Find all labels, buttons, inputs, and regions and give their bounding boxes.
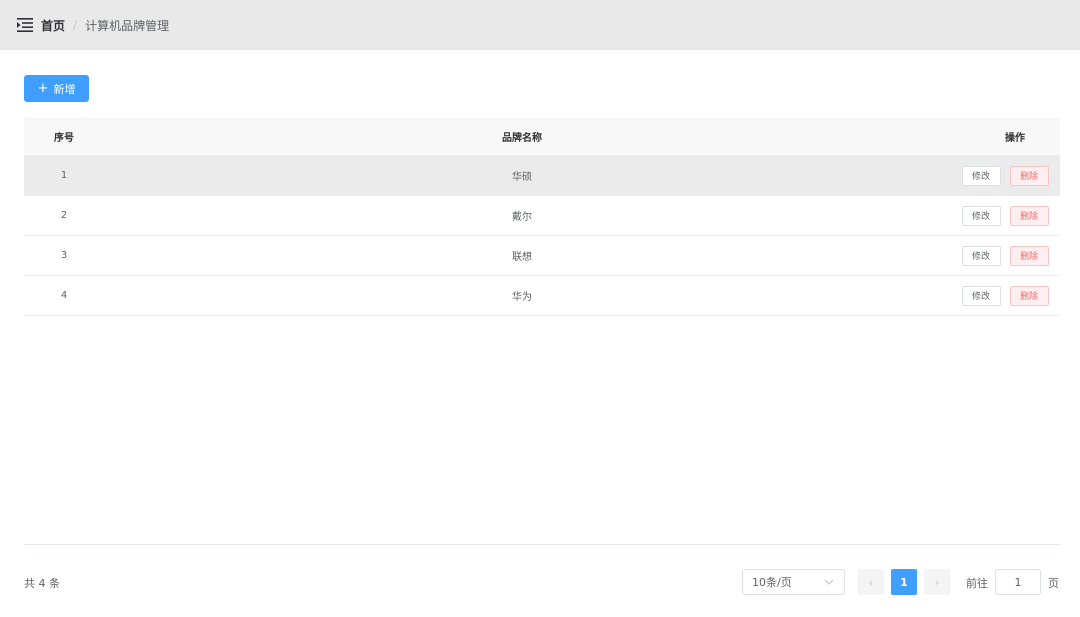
header-ops: 操作 [1005,133,1025,144]
plus-icon: + [37,81,49,96]
table-row: 4 华为 修改 删除 [24,276,1060,316]
page-size-select[interactable]: 10条/页 [742,569,845,595]
brand-table: 序号 品牌名称 操作 1 华硕 修改 删除 2 戴尔 修改 删除 3 联想 修改… [24,118,1060,316]
delete-button[interactable]: 删除 [1009,245,1049,266]
breadcrumb-home[interactable]: 首页 [41,17,65,34]
header-index: 序号 [54,133,74,144]
cell-name: 华硕 [512,172,532,183]
cell-ops: 修改 删除 [940,205,1060,226]
edit-button[interactable]: 修改 [961,165,1001,186]
chevron-down-icon [824,579,834,585]
breadcrumb-current: 计算机品牌管理 [85,18,170,33]
table-row: 3 联想 修改 删除 [24,236,1060,276]
add-button[interactable]: + 新增 [24,75,89,102]
delete-button[interactable]: 删除 [1009,165,1049,186]
cell-ops: 修改 删除 [940,165,1060,186]
top-bar: 首页 / 计算机品牌管理 [0,0,1080,50]
cell-ops: 修改 删除 [940,285,1060,306]
cell-name: 戴尔 [512,212,532,223]
cell-index: 1 [60,170,68,181]
cell-name: 华为 [512,292,532,303]
total-count: 共 4 条 [24,577,60,590]
delete-button[interactable]: 删除 [1009,285,1049,306]
cell-index: 3 [60,250,68,261]
edit-button[interactable]: 修改 [961,205,1001,226]
header-name: 品牌名称 [502,133,542,144]
cell-index: 2 [60,210,68,221]
edit-button[interactable]: 修改 [961,285,1001,306]
cell-name: 联想 [512,252,532,263]
page-number-active[interactable]: 1 [891,569,917,595]
edit-button[interactable]: 修改 [961,245,1001,266]
pagination-divider [24,544,1060,545]
goto-suffix: 页 [1048,577,1059,590]
breadcrumb-separator: / [73,18,78,32]
cell-index: 4 [60,290,68,301]
goto-label: 前往 [966,577,988,590]
table-row: 1 华硕 修改 删除 [24,156,1060,196]
table-header: 序号 品牌名称 操作 [24,118,1060,156]
next-page-button[interactable]: › [924,569,950,595]
page-size-value: 10条/页 [752,576,792,589]
menu-fold-icon[interactable] [17,18,33,32]
add-button-label: 新增 [53,82,76,96]
cell-ops: 修改 删除 [940,245,1060,266]
prev-page-button[interactable]: ‹ [858,569,884,595]
delete-button[interactable]: 删除 [1009,205,1049,226]
goto-page-input[interactable] [995,569,1041,595]
table-row: 2 戴尔 修改 删除 [24,196,1060,236]
